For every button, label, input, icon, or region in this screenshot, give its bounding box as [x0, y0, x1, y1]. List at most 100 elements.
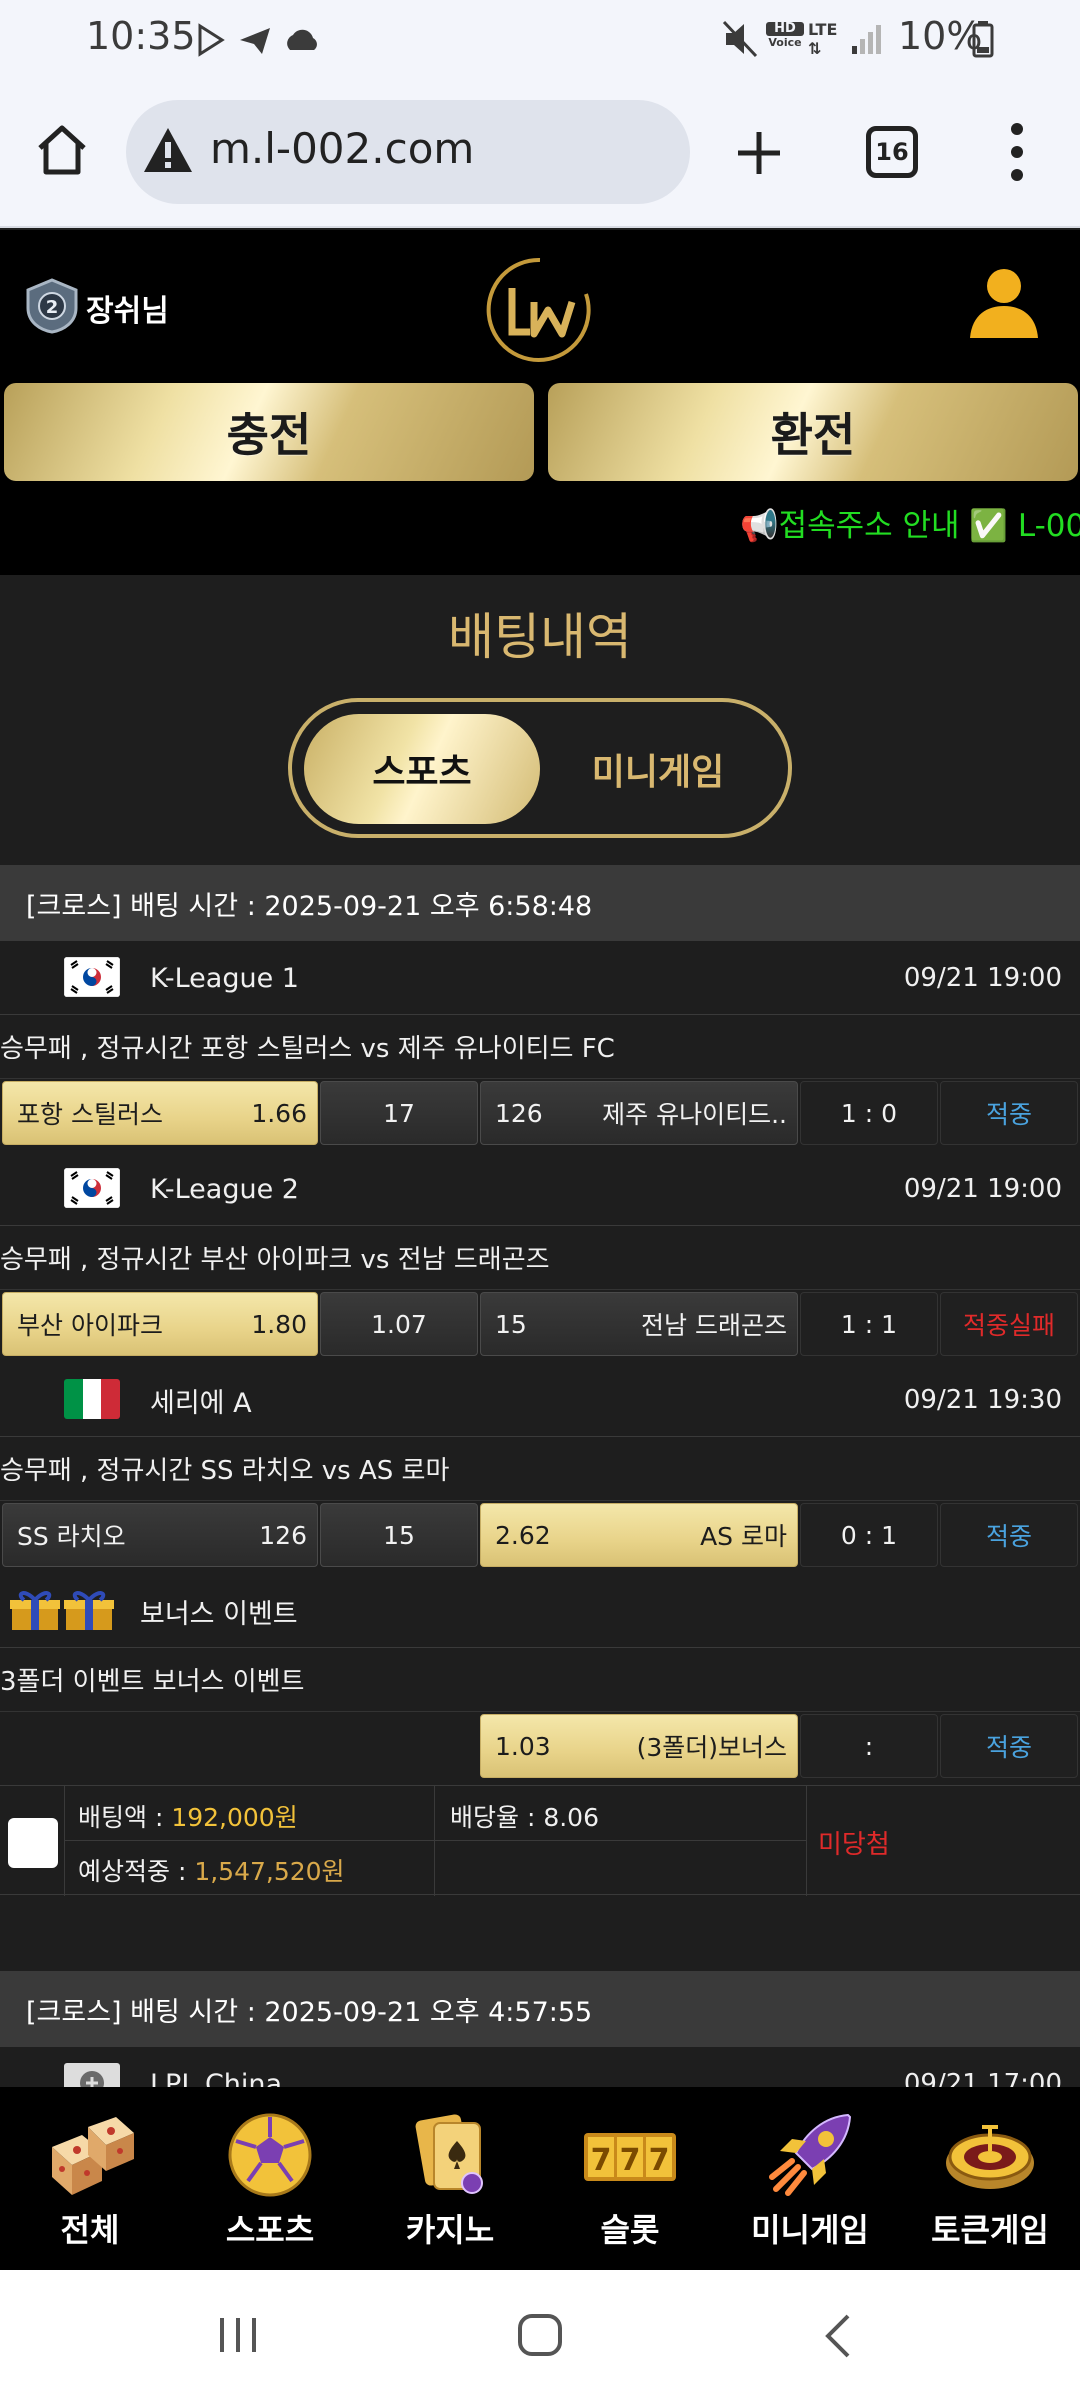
score-cell: 0 : 1: [800, 1503, 938, 1567]
odds-row: SS 라치오 126 15 2.62 AS 로마 0 : 1 적중: [0, 1501, 1080, 1571]
result-cell: 적중: [940, 1714, 1078, 1778]
league-row: K-League 1 09/21 19:00: [0, 941, 1080, 1015]
slot-777-icon: 7 7 7: [584, 2133, 676, 2181]
lte-icon: LTE ⇅: [808, 20, 838, 58]
result-cell: 적중실패: [940, 1292, 1078, 1356]
system-nav-bar: [0, 2270, 1080, 2400]
bet-slip-header: [크로스] 배팅 시간 : 2025-09-21 오후 4:57:55: [0, 1971, 1080, 2047]
game-description: 승무패 , 정규시간 포항 스틸러스 vs 제주 유나이티드 FC: [0, 1015, 1080, 1079]
battery-icon: [972, 21, 994, 58]
game-date: 09/21 19:30: [903, 1385, 1062, 1415]
select-checkbox[interactable]: [8, 1818, 58, 1868]
nav-label: 전체: [60, 2211, 120, 2249]
level-badge-icon: 2: [26, 278, 78, 334]
away-team: (3폴더)보너스: [636, 1733, 787, 1762]
svg-text:7: 7: [649, 2143, 670, 2178]
page-title: 배팅내역: [448, 608, 632, 666]
away-odds: 2.62: [495, 1520, 551, 1550]
away-pick-cell[interactable]: 2.62 AS 로마: [480, 1503, 798, 1567]
user-profile-icon[interactable]: [968, 266, 1040, 342]
nav-all[interactable]: 전체: [0, 2087, 180, 2270]
bottom-nav: 전체 스포츠 카지노 7 7 7 슬롯 미니게임 토큰게임: [0, 2087, 1080, 2270]
home-button-icon[interactable]: [516, 2312, 564, 2358]
more-menu-icon[interactable]: [1000, 120, 1034, 184]
deposit-button[interactable]: 충전: [4, 383, 534, 481]
league-name: LPL China: [150, 2068, 283, 2088]
away-team: 전남 드래곤즈: [641, 1311, 787, 1340]
tab-minigame[interactable]: 미니게임: [540, 714, 776, 824]
tab-sports[interactable]: 스포츠: [304, 714, 540, 824]
korea-flag-icon: [64, 1168, 120, 1208]
home-team: 포항 스틸러스: [17, 1100, 163, 1129]
soccer-ball-icon: [228, 2113, 312, 2197]
draw-odds-cell[interactable]: 15: [320, 1503, 478, 1567]
nav-sports[interactable]: 스포츠: [180, 2087, 360, 2270]
nav-casino[interactable]: 카지노: [360, 2087, 540, 2270]
nav-slots[interactable]: 7 7 7 슬롯: [540, 2087, 720, 2270]
nav-token-game[interactable]: 토큰게임: [900, 2087, 1080, 2270]
nav-minigame[interactable]: 미니게임: [720, 2087, 900, 2270]
league-name: 세리에 A: [150, 1387, 252, 1419]
nav-label: 카지노: [405, 2211, 495, 2249]
nav-label: 토큰게임: [931, 2211, 1049, 2249]
league-name: 보너스 이벤트: [140, 1598, 298, 1630]
warning-icon[interactable]: [142, 126, 194, 174]
new-tab-icon[interactable]: [734, 128, 784, 178]
home-pick-cell[interactable]: 부산 아이파크 1.80: [2, 1292, 318, 1356]
notice-marquee: 📢접속주소 안내 ✅ L-002: [740, 508, 1080, 544]
bet-type-tabs: 스포츠 미니게임: [288, 698, 792, 838]
address-bar[interactable]: m.l-002.com: [126, 100, 690, 204]
svg-text:7: 7: [620, 2143, 641, 2178]
nav-label: 미니게임: [751, 2211, 869, 2249]
tab-count-button[interactable]: 16: [866, 126, 918, 178]
back-icon[interactable]: [822, 2312, 856, 2360]
recent-apps-icon[interactable]: [216, 2314, 260, 2356]
home-pick-cell[interactable]: SS 라치오 126: [2, 1503, 318, 1567]
draw-odds-cell[interactable]: 1.07: [320, 1292, 478, 1356]
away-odds: 1.03: [495, 1731, 551, 1761]
battery-percent: 10%: [898, 14, 983, 58]
bet-amount: 배팅액 : 192,000원: [78, 1803, 298, 1832]
roulette-icon: [946, 2125, 1034, 2189]
odds-row: 포항 스틸러스 1.66 17 126 제주 유나이티드.. 1 : 0 적중: [0, 1079, 1080, 1149]
svg-text:7: 7: [591, 2143, 612, 2178]
league-name: K-League 1: [150, 962, 299, 994]
away-pick-cell[interactable]: 126 제주 유나이티드..: [480, 1081, 798, 1145]
username[interactable]: 장쉬님: [86, 286, 169, 330]
site-logo[interactable]: [480, 254, 600, 364]
rocket-icon: [769, 2113, 852, 2196]
home-odds: 1.66: [251, 1098, 307, 1128]
league-row: K-League 2 09/21 19:00: [0, 1152, 1080, 1226]
league-name: K-League 2: [150, 1173, 299, 1205]
withdraw-button[interactable]: 환전: [548, 383, 1078, 481]
league-row: LPL China 09/21 17:00: [0, 2047, 1080, 2087]
dice-icon: [52, 2117, 134, 2195]
lpl-logo-icon: [64, 2063, 120, 2087]
home-team: SS 라치오: [17, 1522, 126, 1551]
game-date: 09/21 19:00: [903, 1174, 1062, 1204]
home-team: 부산 아이파크: [17, 1311, 163, 1340]
home-icon[interactable]: [34, 122, 90, 178]
game-description: 승무패 , 정규시간 부산 아이파크 vs 전남 드래곤즈: [0, 1226, 1080, 1290]
score-cell: 1 : 0: [800, 1081, 938, 1145]
total-odds: 배당율 : 8.06: [450, 1803, 599, 1832]
home-odds: 126: [259, 1520, 307, 1550]
away-team: 제주 유나이티드..: [602, 1100, 787, 1129]
home-pick-cell[interactable]: 포항 스틸러스 1.66: [2, 1081, 318, 1145]
nav-label: 슬롯: [600, 2211, 660, 2249]
nav-label: 스포츠: [225, 2211, 315, 2249]
bet-summary: 배팅액 : 192,000원 배당율 : 8.06 예상적중 : 1,547,5…: [0, 1785, 1080, 1896]
result-cell: 적중: [940, 1081, 1078, 1145]
korea-flag-icon: [64, 957, 120, 997]
cards-icon: [415, 2114, 483, 2194]
away-pick-cell[interactable]: 1.03 (3폴더)보너스: [480, 1714, 798, 1778]
draw-odds-cell[interactable]: 17: [320, 1081, 478, 1145]
odds-row: 부산 아이파크 1.80 1.07 15 전남 드래곤즈 1 : 1 적중실패: [0, 1290, 1080, 1360]
url-text[interactable]: m.l-002.com: [210, 124, 474, 173]
game-description: 승무패 , 정규시간 SS 라치오 vs AS 로마: [0, 1437, 1080, 1501]
score-cell: 1 : 1: [800, 1292, 938, 1356]
away-pick-cell[interactable]: 15 전남 드래곤즈: [480, 1292, 798, 1356]
bet-slip-header: [크로스] 배팅 시간 : 2025-09-21 오후 6:58:48: [0, 865, 1080, 941]
league-row: 세리에 A 09/21 19:30: [0, 1363, 1080, 1437]
italy-flag-icon: [64, 1379, 120, 1419]
